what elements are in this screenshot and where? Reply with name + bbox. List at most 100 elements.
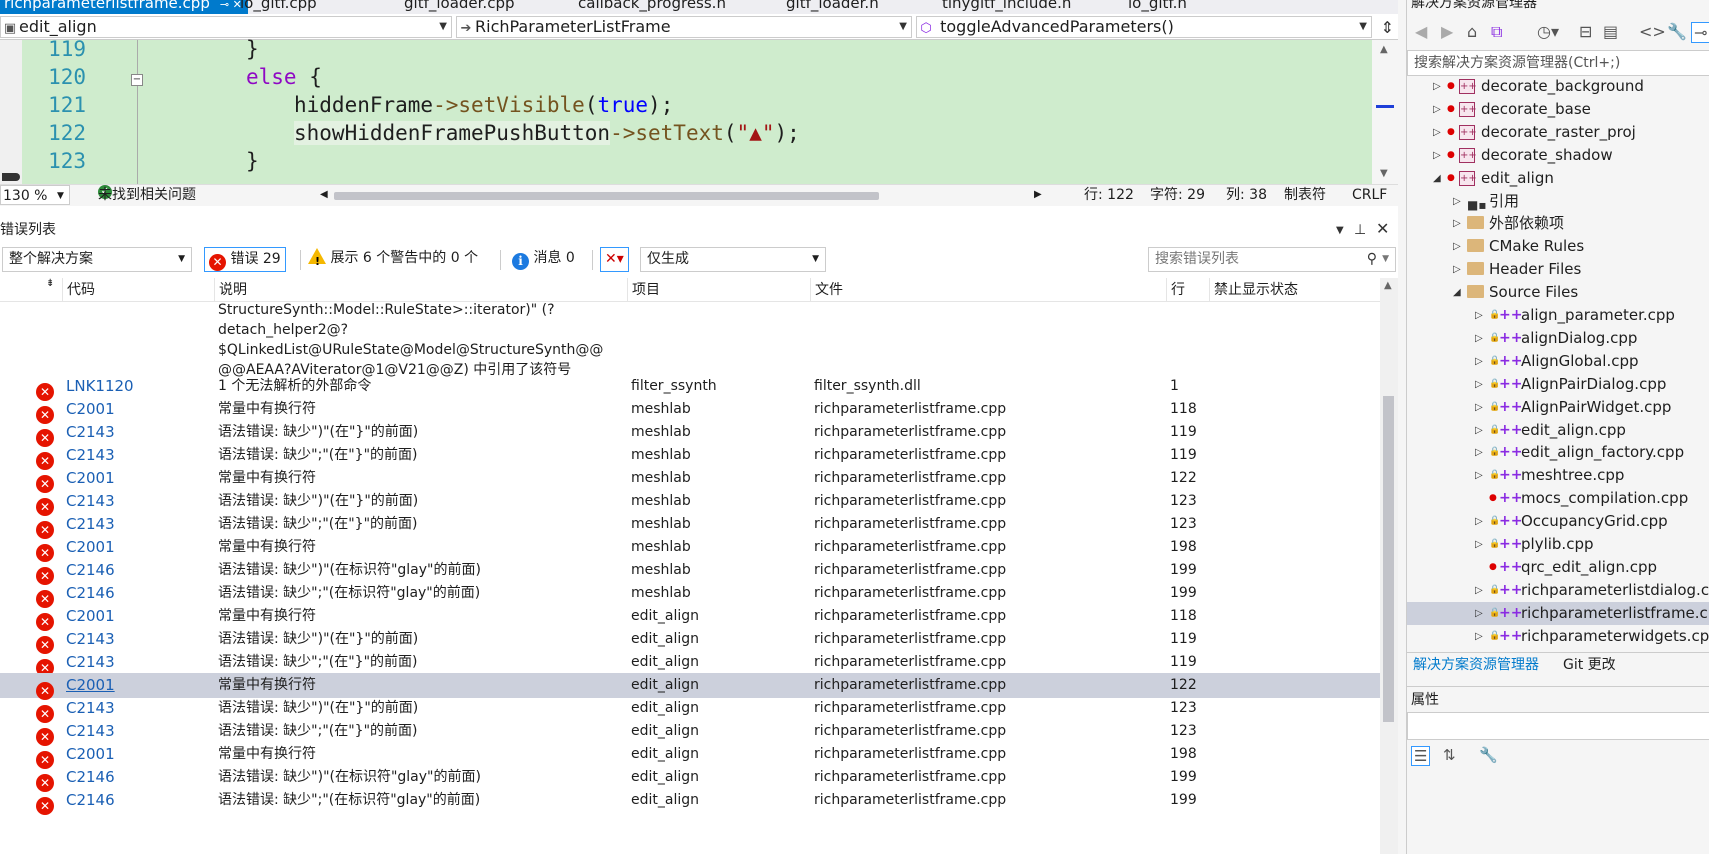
solution-search-input[interactable]: 搜索解决方案资源管理器(Ctrl+;)	[1407, 50, 1709, 76]
table-row[interactable]: ✕ C2001 常量中有换行符 meshlab richparameterlistfra…	[0, 397, 1380, 424]
tree-item[interactable]: ▷ 🔒 ++ edit_align.cpp	[1407, 419, 1709, 442]
tab-richparameterlistframe[interactable]: richparameterlistframe.cpp ⊸ ✕	[0, 0, 248, 14]
error-code-link[interactable]: C2001	[66, 466, 115, 491]
error-code-link[interactable]: C2143	[66, 512, 115, 537]
scroll-up-icon[interactable]: ▲	[1380, 44, 1388, 55]
error-code-link[interactable]: C2001	[66, 742, 115, 767]
expand-arrow-icon[interactable]: ▷	[1453, 235, 1461, 258]
col-indicator[interactable]: 列: 38	[1226, 185, 1267, 205]
expand-arrow-icon[interactable]: ▷	[1475, 441, 1483, 464]
expand-arrow-icon[interactable]: ▷	[1475, 602, 1483, 625]
table-row[interactable]: ✕ C2001 常量中有换行符 edit_align richparameterlist…	[0, 604, 1380, 631]
show-all-files-icon[interactable]: ▤	[1603, 22, 1618, 41]
expand-arrow-icon[interactable]: ▷	[1433, 144, 1441, 167]
code-editor[interactable]: − 119 } 120 else { 121 hiddenFrame->setV…	[0, 37, 1398, 184]
tree-item[interactable]: ▷ ● ++ decorate_background	[1407, 78, 1709, 98]
back-icon[interactable]: ◀	[1415, 22, 1427, 41]
tree-item[interactable]: ▷ 🔒 ++ richparameterlistframe.cpp	[1407, 602, 1709, 625]
tab-gltf-loader-h[interactable]: gltf_loader.h	[786, 0, 879, 14]
scroll-left-icon[interactable]: ◀	[320, 185, 328, 205]
error-code-link[interactable]: C2143	[66, 719, 115, 744]
forward-icon[interactable]: ▶	[1441, 22, 1453, 41]
tree-item[interactable]: ▷ ● ++ decorate_base	[1407, 98, 1709, 121]
member-dropdown[interactable]: ⬡ toggleAdvancedParameters() ▼	[916, 16, 1372, 38]
tree-item[interactable]: ▷ 🔒 ++ richparameterwidgets.cpp	[1407, 625, 1709, 648]
table-row[interactable]: ✕ C2143 语法错误: 缺少";"(在"}"的前面) meshlab richpar…	[0, 512, 1380, 539]
expanded-arrow-icon[interactable]: ◢	[1453, 281, 1461, 304]
tree-item[interactable]: ▷ 🔒 ++ plylib.cpp	[1407, 533, 1709, 556]
view-code-icon[interactable]: <>	[1639, 22, 1666, 41]
column-header-line[interactable]: 行	[1166, 278, 1209, 302]
column-header-code[interactable]: 代码	[62, 278, 214, 302]
error-code-link[interactable]: C2143	[66, 420, 115, 445]
pin-icon[interactable]: ⊸ ✕	[220, 0, 242, 11]
error-list-scrollbar[interactable]: ▲	[1380, 278, 1398, 854]
tab-callback-progress-h[interactable]: callback_progress.h	[578, 0, 726, 14]
pending-changes-icon[interactable]: ◷▾	[1537, 22, 1559, 41]
error-code-link[interactable]: C2143	[66, 650, 115, 675]
expand-arrow-icon[interactable]: ▷	[1475, 419, 1483, 442]
tree-item[interactable]: ▷ ● ++ decorate_raster_proj	[1407, 121, 1709, 144]
warnings-filter-button[interactable]: 展示 6 个警告中的 0 个	[308, 247, 478, 273]
eol-indicator[interactable]: CRLF	[1352, 185, 1387, 205]
table-row[interactable]: ✕ C2143 语法错误: 缺少")"(在"}"的前面) edit_align rich…	[0, 696, 1380, 723]
table-row[interactable]: ✕ C2146 语法错误: 缺少")"(在标识符"glay"的前面) meshlab r…	[0, 558, 1380, 585]
filter-toggle-icon[interactable]: ✕▾	[600, 247, 629, 272]
tabs-indicator[interactable]: 制表符	[1284, 185, 1326, 205]
zoom-dropdown[interactable]: 130 % ▼	[0, 185, 70, 205]
error-code-link[interactable]: C2143	[66, 627, 115, 652]
table-row[interactable]: ✕ C2143 语法错误: 缺少";"(在"}"的前面) edit_align rich…	[0, 650, 1380, 677]
table-row[interactable]: ✕ C2143 语法错误: 缺少";"(在"}"的前面) meshlab richpar…	[0, 443, 1380, 470]
editor-vertical-scrollbar[interactable]: ▲ ▼	[1372, 40, 1398, 184]
error-code-link[interactable]: C2146	[66, 558, 115, 583]
error-code-link[interactable]: C2143	[66, 696, 115, 721]
table-row[interactable]: ✕ LNK1120 1 个无法解析的外部命令 filter_ssynth filter_…	[0, 374, 1380, 401]
error-code-link[interactable]: C2146	[66, 788, 115, 813]
table-row[interactable]: ✕ C2146 语法错误: 缺少";"(在标识符"glay"的前面) meshlab r…	[0, 581, 1380, 608]
expand-arrow-icon[interactable]: ▷	[1475, 533, 1483, 556]
property-pages-icon[interactable]: 🔧	[1479, 746, 1498, 764]
errors-filter-button[interactable]: ✕ 错误 29	[204, 247, 286, 272]
tab-gltf-loader-cpp[interactable]: gltf_loader.cpp	[404, 0, 515, 14]
table-row[interactable]: ✕ C2146 语法错误: 缺少";"(在标识符"glay"的前面) edit_ali…	[0, 788, 1380, 815]
tree-item[interactable]: ● ++ qrc_edit_align.cpp	[1407, 556, 1709, 579]
wrench-icon[interactable]: 🔧	[1667, 22, 1687, 41]
error-code-link[interactable]: LNK1120	[66, 374, 134, 399]
tree-item[interactable]: ▷ Header Files	[1407, 258, 1709, 281]
column-header-suppress[interactable]: 禁止显示状态	[1209, 278, 1367, 302]
error-code-link[interactable]: C2146	[66, 581, 115, 606]
char-indicator[interactable]: 字符: 29	[1150, 185, 1205, 205]
horizontal-scroll-thumb[interactable]	[334, 192, 879, 200]
tab-io-gltf-cpp[interactable]: io_gltf.cpp	[240, 0, 317, 14]
expand-arrow-icon[interactable]: ▷	[1475, 327, 1483, 350]
column-header-icon[interactable]: ⇟	[0, 278, 62, 302]
properties-object-dropdown[interactable]	[1407, 712, 1709, 740]
tab-tinygltf-include-h[interactable]: tinygltf_include.h	[942, 0, 1071, 14]
tree-item[interactable]: ▷ 🔒 ++ AlignPairDialog.cpp	[1407, 373, 1709, 396]
tab-git-changes[interactable]: Git 更改	[1563, 653, 1616, 677]
table-row[interactable]: ✕ C2001 常量中有换行符 edit_align richparameterlist…	[0, 673, 1380, 700]
expand-arrow-icon[interactable]: ▷	[1475, 373, 1483, 396]
scroll-thumb[interactable]	[1383, 396, 1394, 722]
error-code-link[interactable]: C2001	[66, 673, 115, 698]
tree-item[interactable]: ▷ 🔒 ++ edit_align_factory.cpp	[1407, 441, 1709, 464]
table-row[interactable]: ✕ C2143 语法错误: 缺少";"(在"}"的前面) edit_align rich…	[0, 719, 1380, 746]
error-code-link[interactable]: C2146	[66, 765, 115, 790]
preview-selected-icon[interactable]: ⊸	[1691, 22, 1709, 43]
tree-item[interactable]: ▷ 🔒 ++ richparameterlistdialog.cpp	[1407, 579, 1709, 602]
expand-arrow-icon[interactable]: ▷	[1475, 350, 1483, 373]
expand-arrow-icon[interactable]: ▷	[1453, 258, 1461, 281]
tree-item[interactable]: ▷ 🔒 ++ AlignPairWidget.cpp	[1407, 396, 1709, 419]
tree-item[interactable]: ● ++ mocs_compilation.cpp	[1407, 487, 1709, 510]
alphabetical-icon[interactable]: ⇅	[1443, 746, 1456, 764]
close-icon[interactable]: ✕	[1376, 219, 1389, 239]
expand-arrow-icon[interactable]: ▷	[1433, 121, 1441, 144]
expand-arrow-icon[interactable]: ▷	[1475, 579, 1483, 602]
tree-item[interactable]: ▷ 外部依赖项	[1407, 212, 1709, 235]
tab-io-gltf-h[interactable]: io_gltf.h	[1128, 0, 1187, 14]
error-search-input[interactable]: 搜索错误列表 ⚲ ▼	[1148, 247, 1396, 272]
collapse-toggle-icon[interactable]: −	[131, 74, 143, 86]
line-indicator[interactable]: 行: 122	[1084, 185, 1134, 205]
tab-solution-explorer[interactable]: 解决方案资源管理器	[1413, 653, 1539, 677]
error-code-link[interactable]: C2001	[66, 535, 115, 560]
